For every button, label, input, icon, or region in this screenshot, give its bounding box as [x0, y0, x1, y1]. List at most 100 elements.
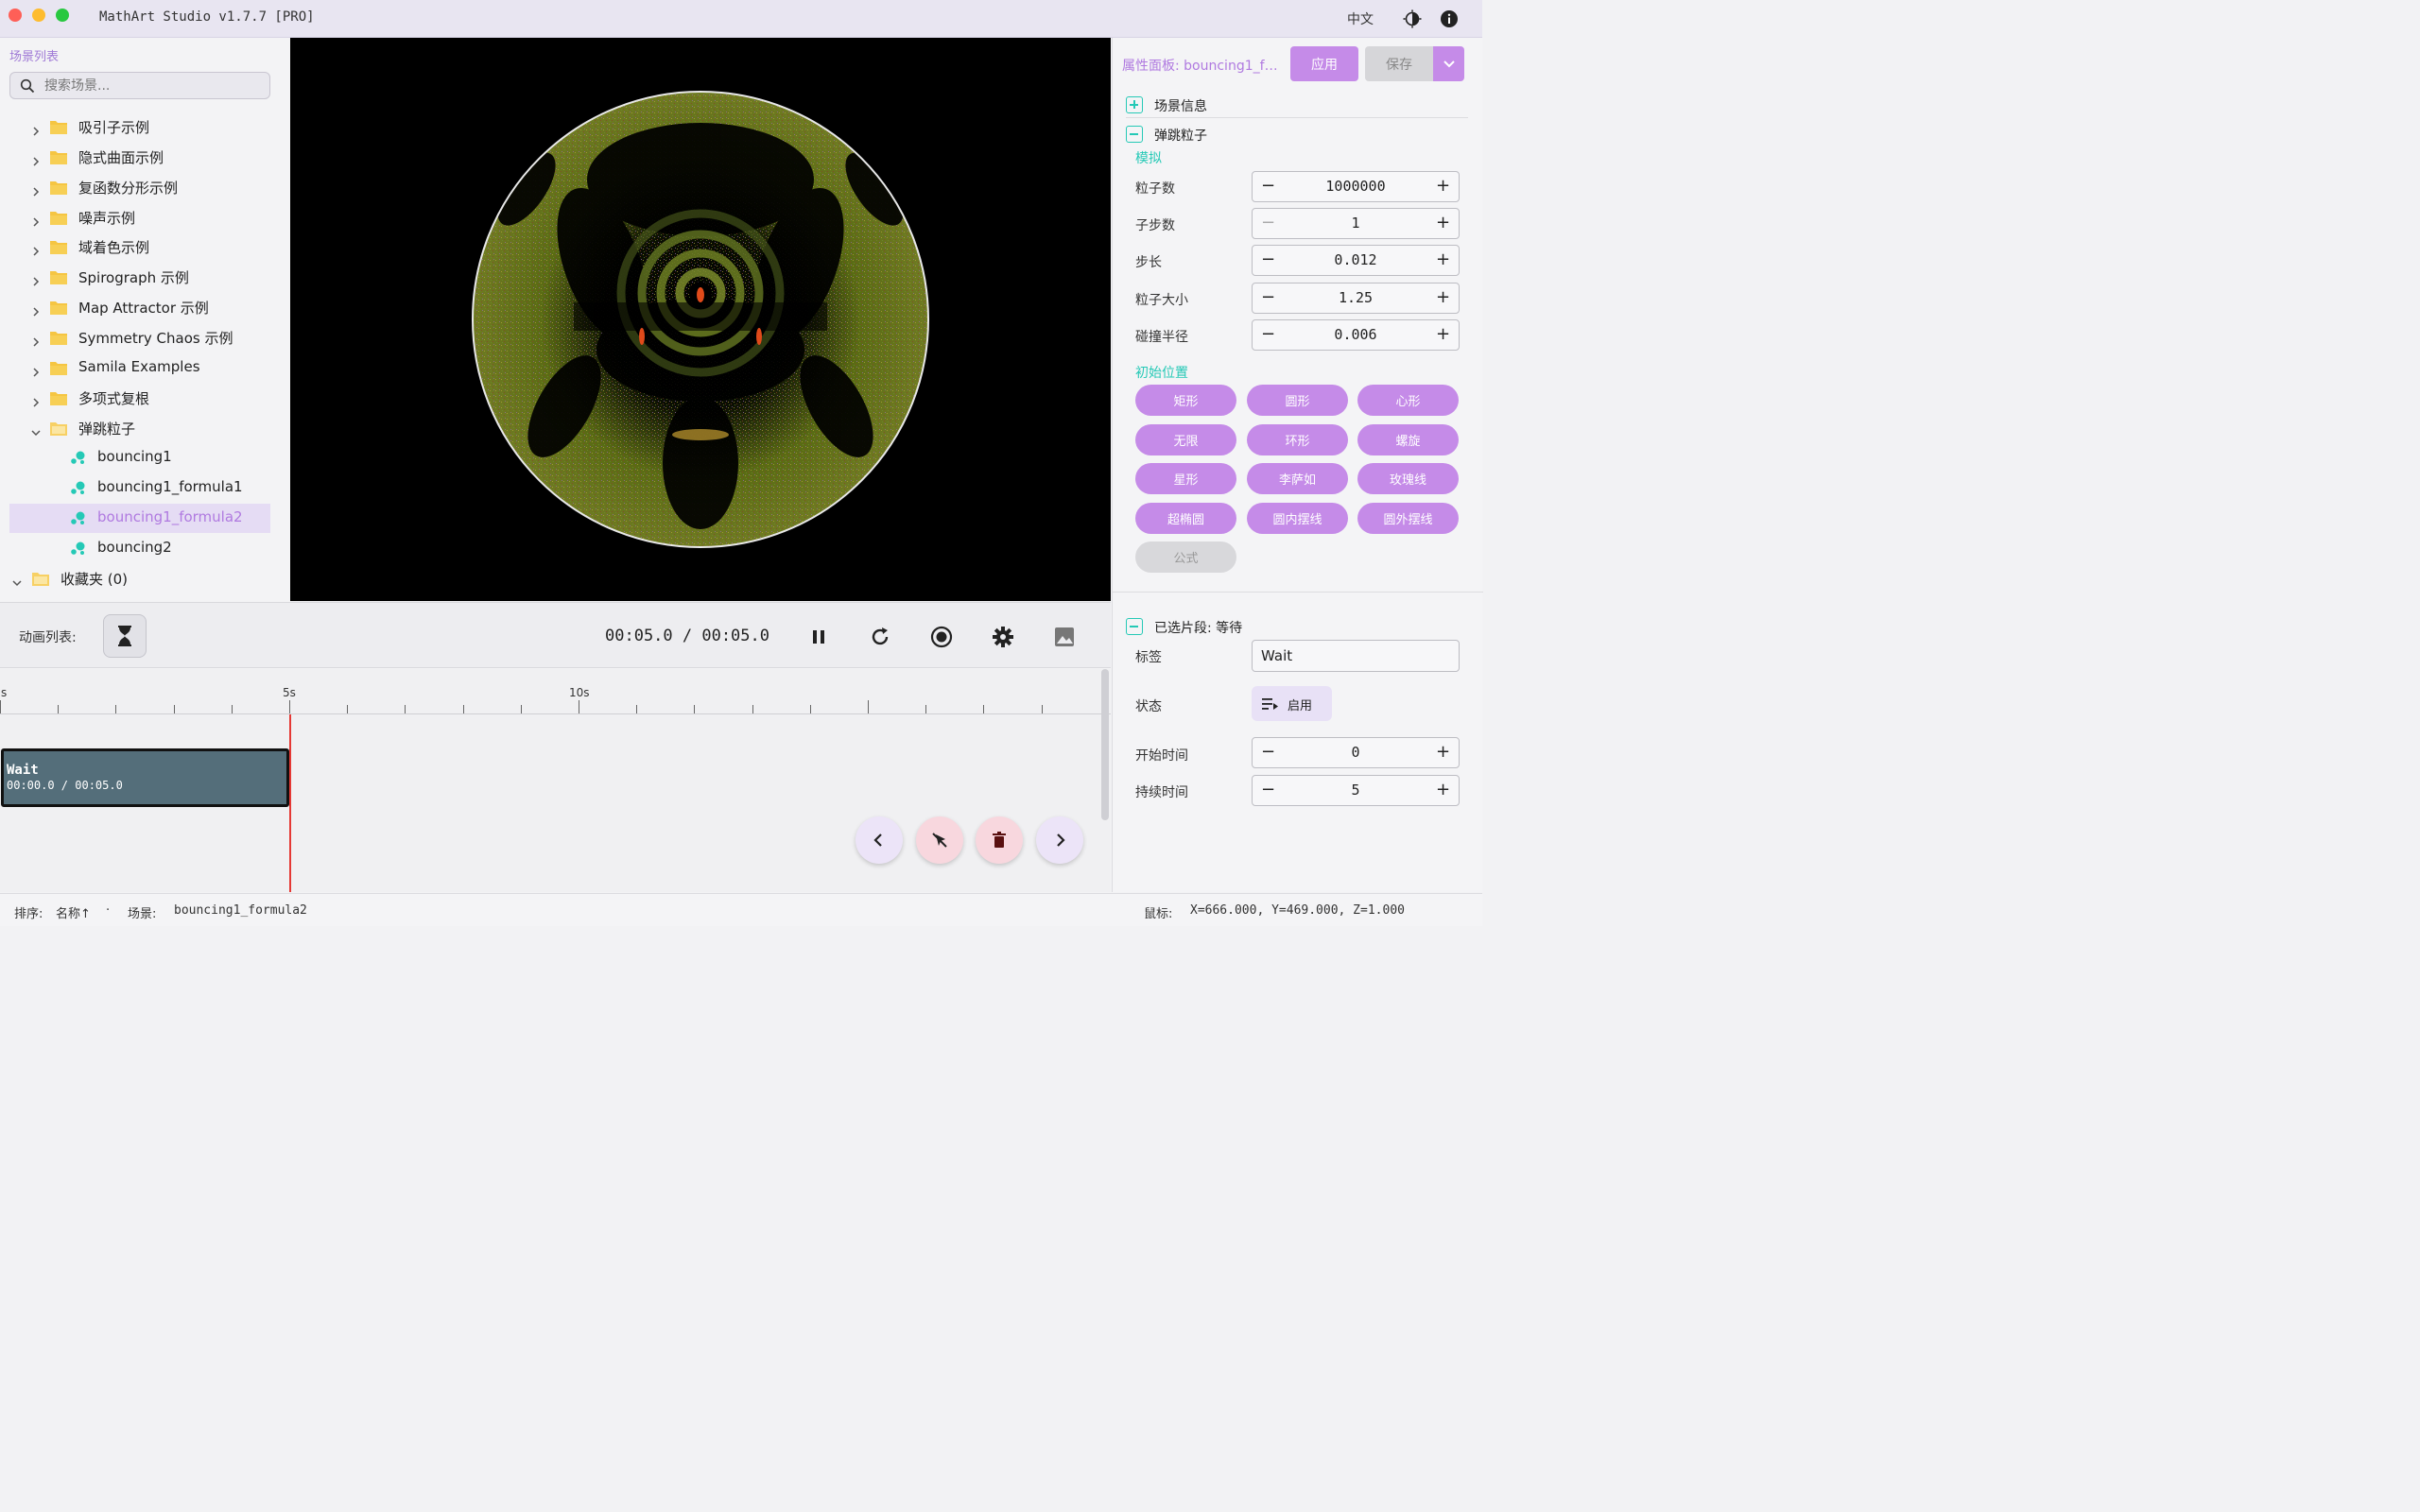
tree-folder[interactable]: Spirograph 示例	[9, 263, 270, 292]
tree-folder[interactable]: 域着色示例	[9, 232, 270, 262]
duration-value[interactable]: 5	[1284, 782, 1427, 799]
chevron-down-icon[interactable]	[12, 574, 22, 586]
record-icon[interactable]	[930, 626, 953, 648]
decrement-button[interactable]: −	[1253, 209, 1284, 238]
init-shape-button[interactable]: 超椭圆	[1135, 502, 1236, 534]
decrement-button[interactable]: −	[1253, 320, 1284, 350]
timeline[interactable]: s 5s 10s Wait 00:00.0 / 00:05.0	[0, 669, 1111, 892]
init-shape-button[interactable]: 心形	[1357, 385, 1459, 416]
tree-folder[interactable]: 噪声示例	[9, 203, 270, 232]
tree-folder[interactable]: 复函数分形示例	[9, 173, 270, 202]
field-value[interactable]: 1.25	[1284, 289, 1427, 306]
particles-icon	[70, 450, 87, 465]
field-value[interactable]: 0.012	[1284, 251, 1427, 268]
init-shape-button[interactable]: 圆形	[1247, 385, 1348, 416]
timeline-clip[interactable]: Wait 00:00.0 / 00:05.0	[1, 748, 289, 807]
init-shape-button[interactable]: 圆外摆线	[1357, 502, 1459, 534]
chevron-right-icon[interactable]	[31, 393, 41, 407]
info-icon[interactable]	[1440, 9, 1459, 28]
tree-scene-item[interactable]: bouncing1_formula2	[9, 504, 270, 534]
ruler-tick	[636, 705, 638, 713]
chevron-right-icon[interactable]	[31, 242, 41, 256]
decrement-button[interactable]: −	[1253, 738, 1284, 767]
image-export-icon[interactable]	[1053, 626, 1076, 648]
init-shape-button[interactable]: 无限	[1135, 423, 1236, 455]
tree-folder[interactable]: 弹跳粒子	[9, 414, 270, 443]
timeline-scrollbar[interactable]	[1101, 669, 1109, 820]
maximize-window-button[interactable]	[56, 9, 69, 22]
tree-favorites[interactable]: 收藏夹 (0)	[9, 564, 270, 593]
ruler-label: 10s	[569, 686, 590, 699]
init-shape-button[interactable]: 环形	[1247, 423, 1348, 455]
apply-button[interactable]: 应用	[1290, 46, 1358, 81]
increment-button[interactable]: +	[1427, 246, 1459, 275]
init-shape-button[interactable]: 矩形	[1135, 385, 1236, 416]
decrement-button[interactable]: −	[1253, 284, 1284, 313]
save-options-button[interactable]	[1433, 46, 1464, 81]
animation-list-button[interactable]	[103, 614, 147, 658]
replay-icon[interactable]	[869, 626, 891, 648]
chevron-right-icon[interactable]	[31, 213, 41, 227]
increment-button[interactable]: +	[1427, 320, 1459, 350]
decrement-button[interactable]: −	[1253, 172, 1284, 201]
increment-button[interactable]: +	[1427, 284, 1459, 313]
tree-folder[interactable]: 多项式复根	[9, 384, 270, 413]
timeline-ruler[interactable]: s 5s 10s	[0, 669, 1111, 714]
sort-value[interactable]: 名称↑	[56, 903, 91, 921]
tree-scene-item[interactable]: bouncing2	[9, 534, 270, 563]
scene-label: bouncing2	[97, 538, 172, 556]
chevron-right-icon[interactable]	[31, 152, 41, 166]
init-shape-button[interactable]: 星形	[1135, 463, 1236, 495]
decrement-button[interactable]: −	[1253, 246, 1284, 275]
formula-button[interactable]: 公式	[1135, 541, 1236, 573]
field-value[interactable]: 0.006	[1284, 326, 1427, 343]
init-shape-button[interactable]: 玫瑰线	[1357, 463, 1459, 495]
status-toggle-button[interactable]: 启用	[1252, 686, 1332, 721]
increment-button[interactable]: +	[1427, 209, 1459, 238]
chevron-right-icon[interactable]	[31, 302, 41, 317]
brightness-icon[interactable]	[1403, 9, 1422, 28]
tree-scene-item[interactable]: bouncing1	[9, 443, 270, 472]
previous-button[interactable]	[856, 816, 903, 864]
field-value[interactable]: 1	[1284, 215, 1427, 232]
folder-label: 吸引子示例	[78, 119, 150, 136]
delete-button[interactable]	[976, 816, 1023, 864]
chevron-right-icon[interactable]	[31, 182, 41, 197]
chevron-down-icon[interactable]	[31, 423, 41, 436]
tree-folder[interactable]: 吸引子示例	[9, 112, 270, 142]
separator: ·	[106, 903, 111, 918]
chevron-right-icon[interactable]	[31, 363, 41, 377]
chevron-right-icon[interactable]	[31, 272, 41, 286]
language-toggle[interactable]: 中文	[1347, 9, 1374, 28]
minimize-window-button[interactable]	[32, 9, 45, 22]
start-time-value[interactable]: 0	[1284, 744, 1427, 761]
render-canvas[interactable]	[290, 38, 1111, 601]
tree-scene-item[interactable]: bouncing1_formula1	[9, 473, 270, 503]
init-shape-button[interactable]: 螺旋	[1357, 423, 1459, 455]
tree-folder[interactable]: Symmetry Chaos 示例	[9, 323, 270, 352]
chevron-right-icon[interactable]	[31, 122, 41, 136]
next-button[interactable]	[1036, 816, 1083, 864]
chevron-right-icon[interactable]	[31, 333, 41, 347]
tree-folder[interactable]: Map Attractor 示例	[9, 293, 270, 322]
close-window-button[interactable]	[9, 9, 22, 22]
field-value[interactable]: 1000000	[1284, 178, 1427, 195]
increment-button[interactable]: +	[1427, 172, 1459, 201]
search-input[interactable]	[44, 77, 262, 94]
tree-folder[interactable]: Samila Examples	[9, 353, 270, 383]
decrement-button[interactable]: −	[1253, 776, 1284, 805]
playhead[interactable]	[289, 714, 291, 892]
increment-button[interactable]: +	[1427, 776, 1459, 805]
deselect-button[interactable]	[916, 816, 963, 864]
playback-toolbar: 动画列表: 00:05.0 / 00:05.0	[0, 602, 1111, 668]
save-button[interactable]: 保存	[1365, 46, 1433, 81]
init-shape-button[interactable]: 李萨如	[1247, 463, 1348, 495]
tag-input[interactable]	[1252, 640, 1460, 672]
tree-folder[interactable]: 隐式曲面示例	[9, 143, 270, 172]
settings-gear-icon[interactable]	[992, 626, 1014, 648]
particles-icon	[70, 510, 87, 525]
pause-icon[interactable]	[807, 626, 830, 648]
increment-button[interactable]: +	[1427, 738, 1459, 767]
init-shape-button[interactable]: 圆内摆线	[1247, 502, 1348, 534]
chevron-down-icon	[1443, 60, 1455, 68]
